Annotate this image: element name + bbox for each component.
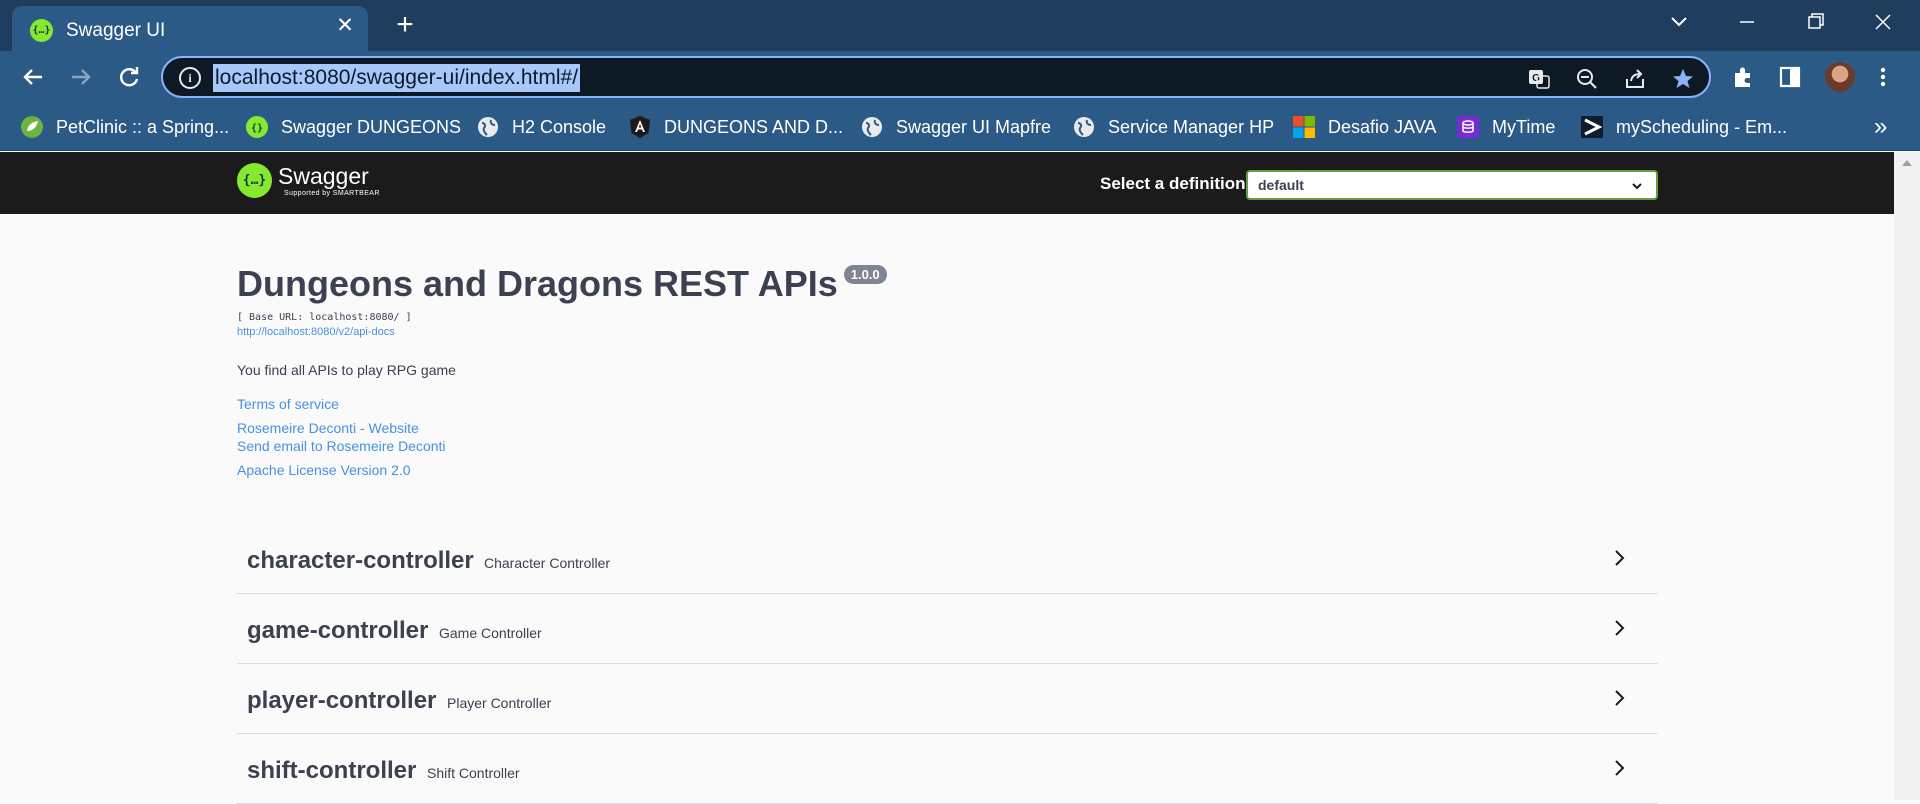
definition-select-value: default [1258, 177, 1304, 193]
angular-icon [628, 115, 652, 139]
url-text[interactable]: localhost:8080/swagger-ui/index.html#/ [213, 64, 581, 92]
database-icon [1456, 115, 1480, 139]
contact-website-link[interactable]: Rosemeire Deconti - Website [237, 420, 1658, 436]
tab-strip: {…} Swagger UI ✕ + [0, 0, 1920, 51]
page-title: Dungeons and Dragons REST APIs [237, 263, 838, 304]
tag-name: player-controller [247, 687, 437, 714]
api-description: You find all APIs to play RPG game [237, 362, 456, 378]
bookmark-myscheduling[interactable]: myScheduling - Em... [1580, 114, 1787, 140]
bookmark-label: Desafio JAVA [1328, 116, 1437, 137]
extensions-puzzle-icon[interactable] [1730, 64, 1756, 90]
tag-character-controller[interactable]: character-controller Character Controlle… [237, 524, 1658, 594]
window-close-icon[interactable] [1864, 6, 1902, 38]
more-menu-icon[interactable] [1870, 64, 1896, 90]
bookmarks-bar: PetClinic :: a Spring... {} Swagger DUNG… [0, 103, 1920, 151]
chevron-right-icon[interactable] [1608, 617, 1630, 639]
bookmark-swagger-mapfre[interactable]: Swagger UI Mapfre [860, 114, 1051, 140]
bookmark-label: Swagger UI Mapfre [896, 116, 1052, 137]
tag-shift-controller[interactable]: shift-controller Shift Controller [237, 734, 1658, 804]
spring-leaf-icon [20, 115, 44, 139]
share-icon[interactable] [1623, 67, 1647, 91]
swagger-logo-icon: {…} [237, 163, 272, 198]
forward-arrow-icon[interactable] [66, 62, 96, 92]
bookmark-service-manager[interactable]: Service Manager HP [1072, 114, 1274, 140]
restore-icon[interactable] [1796, 6, 1834, 38]
tag-description: Game Controller [439, 625, 542, 641]
chevron-right-icon[interactable] [1608, 687, 1630, 709]
base-url: [ Base URL: localhost:8080/ ] [237, 312, 412, 323]
new-tab-button[interactable]: + [388, 8, 422, 42]
definition-label: Select a definition [1100, 174, 1246, 193]
swagger-logo-sub: Supported by SMARTBEAR [284, 190, 380, 197]
chevron-right-icon[interactable] [1608, 757, 1630, 779]
api-info: Dungeons and Dragons REST APIs 1.0.0 [ B… [237, 262, 1658, 478]
swagger-logo[interactable]: {…} Swagger Supported by SMARTBEAR [237, 163, 380, 198]
tab-search-icon[interactable] [1665, 8, 1693, 36]
bookmark-dungeons-angular[interactable]: DUNGEONS AND D... [628, 114, 843, 140]
contact-email-link[interactable]: Send email to Rosemeire Deconti [237, 438, 1658, 454]
tag-name: character-controller [247, 547, 474, 574]
site-info-icon[interactable]: i [179, 67, 201, 89]
version-badge: 1.0.0 [843, 265, 887, 284]
tab-close-icon[interactable]: ✕ [332, 13, 358, 39]
tag-player-controller[interactable]: player-controller Player Controller [237, 664, 1658, 734]
tag-description: Player Controller [447, 695, 552, 711]
globe-icon [476, 115, 500, 139]
address-bar[interactable]: i localhost:8080/swagger-ui/index.html#/… [161, 56, 1711, 98]
chevron-down-icon [1632, 183, 1642, 190]
license-link[interactable]: Apache License Version 2.0 [237, 462, 1658, 478]
terms-of-service-link[interactable]: Terms of service [237, 396, 1658, 412]
bookmark-label: H2 Console [512, 116, 607, 137]
bookmarks-overflow-button[interactable]: » [1874, 113, 1887, 141]
side-panel-icon[interactable] [1777, 64, 1803, 90]
bookmark-h2-console[interactable]: H2 Console [476, 114, 606, 140]
back-arrow-icon[interactable] [18, 62, 48, 92]
bookmark-mytime[interactable]: MyTime [1456, 114, 1555, 140]
page-scrollbar[interactable] [1894, 152, 1920, 800]
scroll-up-arrow-icon[interactable] [1902, 160, 1912, 166]
translate-icon[interactable]: G [1527, 67, 1551, 91]
minimize-icon[interactable] [1728, 6, 1766, 38]
scroll-thumb[interactable] [1897, 176, 1917, 736]
swagger-favicon-icon: {…} [30, 19, 53, 42]
bookmark-label: myScheduling - Em... [1616, 116, 1788, 137]
bookmark-label: Swagger DUNGEONS [281, 116, 462, 137]
bookmark-petclinic[interactable]: PetClinic :: a Spring... [20, 114, 229, 140]
browser-toolbar: i localhost:8080/swagger-ui/index.html#/… [0, 51, 1920, 103]
bookmark-label: Service Manager HP [1108, 116, 1275, 137]
profile-avatar[interactable] [1825, 62, 1855, 92]
chevron-right-icon[interactable] [1608, 547, 1630, 569]
tag-game-controller[interactable]: game-controller Game Controller [237, 594, 1658, 664]
tag-name: game-controller [247, 617, 429, 644]
tag-name: shift-controller [247, 757, 417, 784]
tag-description: Shift Controller [427, 765, 520, 781]
browser-tab[interactable]: {…} Swagger UI ✕ [12, 6, 368, 51]
bookmark-swagger-dungeons[interactable]: {} Swagger DUNGEONS [245, 114, 461, 140]
definition-select[interactable]: default [1246, 170, 1658, 200]
operation-tags: character-controller Character Controlle… [237, 524, 1658, 804]
svg-text:{}: {} [251, 123, 263, 134]
tab-title: Swagger UI [66, 20, 166, 41]
globe-icon [1072, 115, 1096, 139]
bookmark-label: PetClinic :: a Spring... [56, 116, 230, 137]
myscheduling-icon [1580, 115, 1604, 139]
swagger-logo-name: Swagger [278, 163, 369, 189]
bookmark-label: DUNGEONS AND D... [664, 116, 844, 137]
swagger-topbar: {…} Swagger Supported by SMARTBEAR Selec… [0, 152, 1894, 214]
svg-text:G: G [1532, 73, 1540, 84]
api-docs-link[interactable]: http://localhost:8080/v2/api-docs [237, 326, 1658, 338]
bookmark-desafio-java[interactable]: Desafio JAVA [1292, 114, 1436, 140]
bookmark-star-icon[interactable] [1671, 67, 1695, 91]
swagger-icon: {} [245, 115, 269, 139]
zoom-out-icon[interactable] [1575, 67, 1599, 91]
reload-icon[interactable] [114, 62, 144, 92]
tag-description: Character Controller [484, 555, 611, 571]
globe-icon [860, 115, 884, 139]
bookmark-label: MyTime [1492, 116, 1556, 137]
microsoft-icon [1292, 115, 1316, 139]
